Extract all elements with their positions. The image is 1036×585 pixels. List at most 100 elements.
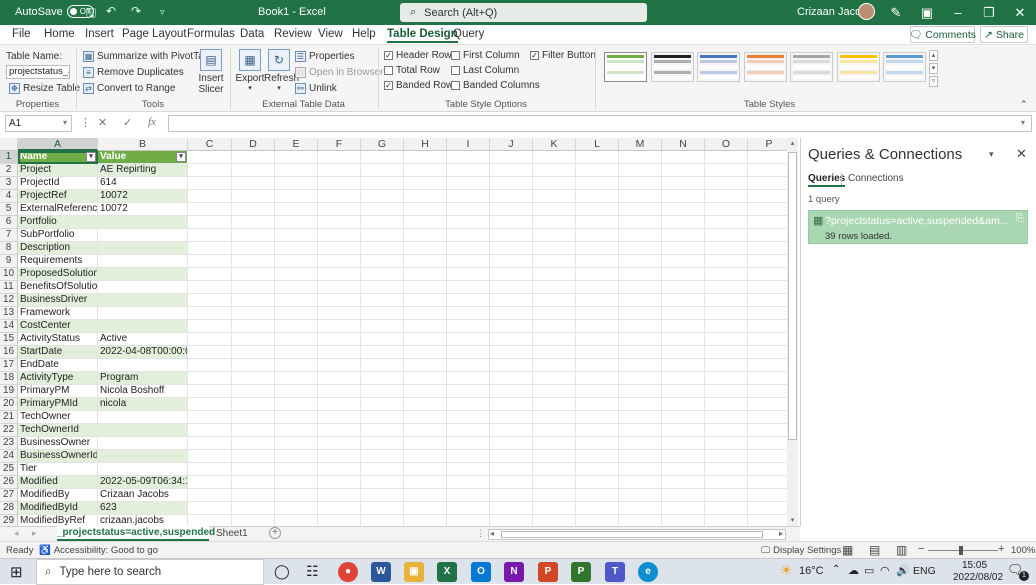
accessibility-status[interactable]: ♿ Accessibility: Good to go: [39, 545, 158, 556]
empty-cell[interactable]: [361, 346, 404, 359]
empty-cell[interactable]: [404, 372, 447, 385]
empty-cell[interactable]: [275, 437, 318, 450]
empty-cell[interactable]: [662, 320, 705, 333]
edge-icon[interactable]: e: [638, 562, 658, 582]
empty-cell[interactable]: [404, 385, 447, 398]
table-cell[interactable]: ActivityStatus: [18, 333, 98, 346]
empty-cell[interactable]: [576, 463, 619, 476]
table-style-swatch[interactable]: [790, 52, 833, 82]
empty-cell[interactable]: [275, 385, 318, 398]
table-cell[interactable]: TechOwnerId: [18, 424, 98, 437]
table-style-swatch[interactable]: [650, 52, 694, 82]
empty-cell[interactable]: [576, 320, 619, 333]
empty-cell[interactable]: [576, 385, 619, 398]
empty-cell[interactable]: [361, 489, 404, 502]
empty-cell[interactable]: [404, 333, 447, 346]
empty-cell[interactable]: [318, 216, 361, 229]
empty-cell[interactable]: [490, 515, 533, 526]
empty-cell[interactable]: [619, 294, 662, 307]
table-cell[interactable]: SubPortfolio: [18, 229, 98, 242]
formula-input[interactable]: [168, 115, 1032, 132]
table-cell[interactable]: ProjectRef: [18, 190, 98, 203]
empty-cell[interactable]: [275, 489, 318, 502]
empty-cell[interactable]: [404, 515, 447, 526]
zoom-slider-thumb[interactable]: [959, 546, 963, 555]
battery-icon[interactable]: ▭: [864, 564, 874, 577]
empty-cell[interactable]: [361, 411, 404, 424]
empty-cell[interactable]: [705, 203, 748, 216]
header-row-checkbox[interactable]: ✓ Header Row: [384, 50, 452, 61]
row-header[interactable]: 6: [0, 216, 18, 229]
empty-cell[interactable]: [662, 424, 705, 437]
resize-table-button[interactable]: ✥ Resize Table: [9, 83, 80, 94]
empty-cell[interactable]: [533, 515, 576, 526]
empty-cell[interactable]: [576, 476, 619, 489]
sheet-tab-sheet1[interactable]: Sheet1: [216, 528, 248, 539]
empty-cell[interactable]: [361, 190, 404, 203]
table-cell[interactable]: 614: [98, 177, 188, 190]
empty-cell[interactable]: [318, 255, 361, 268]
empty-cell[interactable]: [232, 346, 275, 359]
table-cell[interactable]: Nicola Boshoff: [98, 385, 188, 398]
empty-cell[interactable]: [705, 242, 748, 255]
pane-options-icon[interactable]: ▾: [989, 149, 994, 160]
empty-cell[interactable]: [404, 489, 447, 502]
empty-cell[interactable]: [576, 216, 619, 229]
empty-cell[interactable]: [533, 164, 576, 177]
insert-slicer-button[interactable]: ▤ Insert Slicer: [196, 49, 226, 95]
empty-cell[interactable]: [188, 372, 232, 385]
empty-cell[interactable]: [275, 515, 318, 526]
empty-cell[interactable]: [619, 489, 662, 502]
empty-cell[interactable]: [490, 151, 533, 164]
empty-cell[interactable]: [490, 463, 533, 476]
share-button[interactable]: ↗ Share: [980, 26, 1028, 43]
table-cell[interactable]: [98, 450, 188, 463]
empty-cell[interactable]: [490, 281, 533, 294]
empty-cell[interactable]: [232, 372, 275, 385]
empty-cell[interactable]: [404, 476, 447, 489]
tab-review[interactable]: Review: [274, 28, 312, 40]
zoom-in-icon[interactable]: +: [998, 543, 1004, 555]
empty-cell[interactable]: [662, 190, 705, 203]
row-header[interactable]: 12: [0, 294, 18, 307]
empty-cell[interactable]: [533, 502, 576, 515]
empty-cell[interactable]: [748, 177, 791, 190]
empty-cell[interactable]: [232, 333, 275, 346]
filter-dropdown-icon[interactable]: ▾: [176, 152, 186, 162]
table-cell[interactable]: [98, 359, 188, 372]
empty-cell[interactable]: [404, 307, 447, 320]
autosave-control[interactable]: AutoSave Off: [15, 5, 94, 18]
empty-cell[interactable]: [275, 255, 318, 268]
empty-cell[interactable]: [361, 268, 404, 281]
empty-cell[interactable]: [533, 242, 576, 255]
empty-cell[interactable]: [361, 307, 404, 320]
scroll-down-icon[interactable]: ▾: [788, 516, 797, 525]
empty-cell[interactable]: [490, 203, 533, 216]
empty-cell[interactable]: [619, 450, 662, 463]
avatar[interactable]: [858, 3, 875, 20]
empty-cell[interactable]: [748, 320, 791, 333]
empty-cell[interactable]: [748, 515, 791, 526]
empty-cell[interactable]: [748, 385, 791, 398]
row-header[interactable]: 17: [0, 359, 18, 372]
empty-cell[interactable]: [447, 307, 490, 320]
empty-cell[interactable]: [232, 203, 275, 216]
table-cell[interactable]: BenefitsOfSolution: [18, 281, 98, 294]
empty-cell[interactable]: [662, 268, 705, 281]
empty-cell[interactable]: [619, 359, 662, 372]
onenote-icon[interactable]: N: [504, 562, 524, 582]
empty-cell[interactable]: [619, 502, 662, 515]
empty-cell[interactable]: [188, 515, 232, 526]
empty-cell[interactable]: [318, 372, 361, 385]
empty-cell[interactable]: [705, 164, 748, 177]
empty-cell[interactable]: [361, 333, 404, 346]
empty-cell[interactable]: [232, 489, 275, 502]
empty-cell[interactable]: [361, 216, 404, 229]
empty-cell[interactable]: [490, 333, 533, 346]
excel-icon[interactable]: X: [437, 562, 457, 582]
column-header-d[interactable]: D: [232, 138, 275, 151]
empty-cell[interactable]: [748, 398, 791, 411]
table-cell[interactable]: ModifiedByRef: [18, 515, 98, 526]
remove-duplicates-button[interactable]: ≡ Remove Duplicates: [83, 67, 184, 78]
empty-cell[interactable]: [361, 320, 404, 333]
